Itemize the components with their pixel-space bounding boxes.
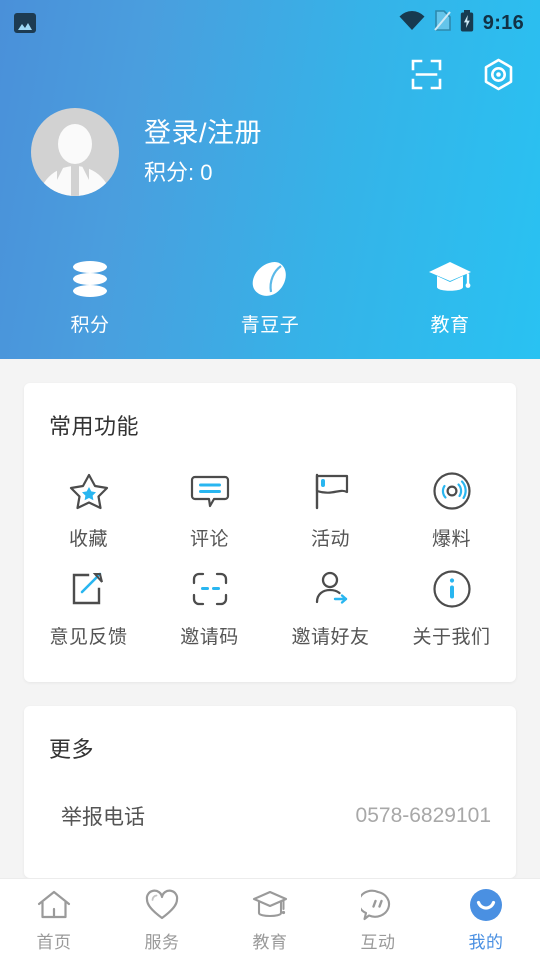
app-screen: 9:16 登录/注册 积分: 0 积分 青豆子 教育 常用功能 收藏 评论 活动…	[0, 0, 540, 960]
image-icon	[14, 13, 36, 33]
function-item-label: 活动	[310, 529, 350, 550]
function-item-about-us[interactable]: 关于我们	[391, 557, 512, 655]
function-item-invite-friend[interactable]: 邀请好友	[270, 557, 391, 655]
functions-grid: 收藏 评论 活动 爆料 意见反馈 邀请码 邀请好友 关于我们	[24, 441, 516, 655]
function-item-comments[interactable]: 评论	[149, 459, 270, 557]
profile-text: 登录/注册 积分: 0	[144, 116, 262, 188]
invite-code-icon	[190, 567, 230, 611]
profile-header: 9:16 登录/注册 积分: 0 积分 青豆子 教育	[0, 0, 540, 359]
avatar-collar-right	[81, 164, 89, 180]
tab-home[interactable]: 首页	[0, 879, 108, 960]
points-value: 积分: 0	[144, 160, 213, 185]
more-row-label: 举报电话	[61, 806, 145, 829]
tab-services[interactable]: 服务	[108, 879, 216, 960]
star-icon	[69, 469, 109, 513]
quick-entry-bean[interactable]: 青豆子	[180, 258, 360, 337]
avatar-collar-left	[57, 164, 65, 180]
tab-mine[interactable]: 我的	[432, 879, 540, 960]
function-item-label: 邀请码	[180, 627, 239, 648]
quick-entry-points[interactable]: 积分	[0, 258, 180, 337]
common-functions-card: 常用功能 收藏 评论 活动 爆料 意见反馈 邀请码 邀请好友 关于我们	[24, 383, 516, 682]
function-item-label: 关于我们	[412, 627, 491, 648]
comment-bubble-icon	[190, 469, 230, 513]
function-item-label: 评论	[189, 529, 229, 550]
function-item-favorites[interactable]: 收藏	[28, 459, 149, 557]
tab-label: 我的	[468, 933, 504, 952]
coins-stack-icon	[68, 258, 112, 300]
info-circle-icon	[432, 567, 472, 611]
function-item-label: 收藏	[68, 529, 108, 550]
function-item-label: 邀请好友	[291, 627, 370, 648]
status-bar-clock: 9:16	[482, 11, 524, 34]
function-item-invite-code[interactable]: 邀请码	[149, 557, 270, 655]
more-row-report-phone[interactable]: 举报电话 0578-6829101	[24, 786, 516, 846]
scan-icon[interactable]	[404, 52, 448, 96]
function-item-tipoff[interactable]: 爆料	[391, 459, 512, 557]
quick-entry-label: 青豆子	[240, 315, 300, 336]
flag-icon	[311, 469, 351, 513]
home-icon	[37, 886, 71, 924]
quick-entries: 积分 青豆子 教育	[0, 258, 540, 337]
invite-friend-icon	[311, 567, 351, 611]
quick-entry-label: 积分	[70, 315, 110, 336]
chat-bubble-icon	[361, 886, 395, 924]
more-row-value: 0578-6829101	[355, 804, 491, 827]
card-title: 更多	[49, 737, 95, 762]
header-actions	[404, 52, 520, 96]
tab-education[interactable]: 教育	[216, 879, 324, 960]
edit-square-icon	[69, 567, 109, 611]
smiley-face-icon	[469, 886, 503, 924]
function-item-label: 意见反馈	[49, 627, 128, 648]
status-bar-right: 9:16	[399, 9, 524, 37]
bean-icon	[250, 258, 290, 300]
heart-icon	[145, 886, 179, 924]
quick-entry-education[interactable]: 教育	[360, 258, 540, 337]
tab-interaction[interactable]: 互动	[324, 879, 432, 960]
login-register-link[interactable]: 登录/注册	[144, 116, 262, 150]
more-card: 更多 举报电话 0578-6829101	[24, 706, 516, 878]
bottom-tab-bar: 首页 服务 教育 互动 我的	[0, 878, 540, 960]
settings-hexagon-icon[interactable]	[476, 52, 520, 96]
avatar-head	[58, 124, 92, 164]
graduation-cap-icon	[252, 886, 288, 924]
tab-label: 教育	[252, 933, 288, 952]
avatar[interactable]	[31, 108, 119, 196]
function-item-label: 爆料	[431, 529, 471, 550]
status-bar-left	[14, 13, 36, 33]
card-title: 常用功能	[49, 414, 140, 439]
function-item-feedback[interactable]: 意见反馈	[28, 557, 149, 655]
tab-label: 服务	[144, 933, 180, 952]
quick-entry-label: 教育	[430, 315, 470, 336]
profile-block[interactable]: 登录/注册 积分: 0	[31, 108, 262, 196]
battery-charging-icon	[460, 9, 474, 37]
tab-label: 互动	[360, 933, 396, 952]
graduation-cap-icon	[428, 258, 472, 300]
function-item-activity[interactable]: 活动	[270, 459, 391, 557]
avatar-tie	[71, 166, 79, 196]
wifi-icon	[399, 10, 425, 36]
sim-card-icon	[433, 10, 451, 36]
status-bar: 9:16	[0, 0, 540, 46]
broadcast-icon	[432, 469, 472, 513]
tab-label: 首页	[36, 933, 72, 952]
